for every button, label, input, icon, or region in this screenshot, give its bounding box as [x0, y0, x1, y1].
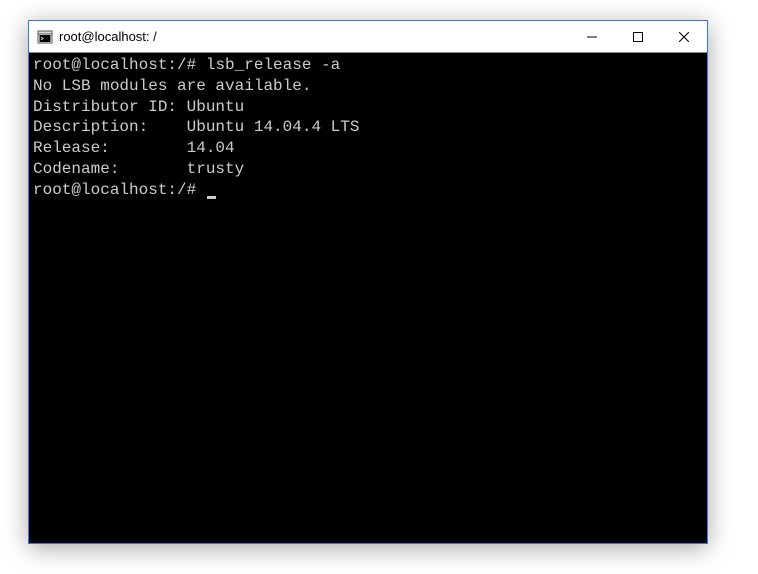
- window-controls: [569, 21, 707, 52]
- output-line: Description: Ubuntu 14.04.4 LTS: [33, 118, 359, 136]
- close-button[interactable]: [661, 21, 707, 52]
- output-line: No LSB modules are available.: [33, 77, 311, 95]
- terminal-window: root@localhost: / root@localhost:/# lsb_…: [28, 20, 708, 544]
- output-line: Distributor ID: Ubuntu: [33, 98, 244, 116]
- maximize-button[interactable]: [615, 21, 661, 52]
- minimize-button[interactable]: [569, 21, 615, 52]
- terminal-output[interactable]: root@localhost:/# lsb_release -a No LSB …: [29, 53, 707, 543]
- window-title: root@localhost: /: [59, 29, 157, 44]
- prompt: root@localhost:/#: [33, 181, 196, 199]
- titlebar[interactable]: root@localhost: /: [29, 21, 707, 53]
- output-line: Codename: trusty: [33, 160, 244, 178]
- command-text: lsb_release -a: [206, 56, 340, 74]
- terminal-icon: [37, 29, 53, 45]
- output-line: Release: 14.04: [33, 139, 235, 157]
- cursor: [207, 196, 216, 199]
- prompt: root@localhost:/#: [33, 56, 196, 74]
